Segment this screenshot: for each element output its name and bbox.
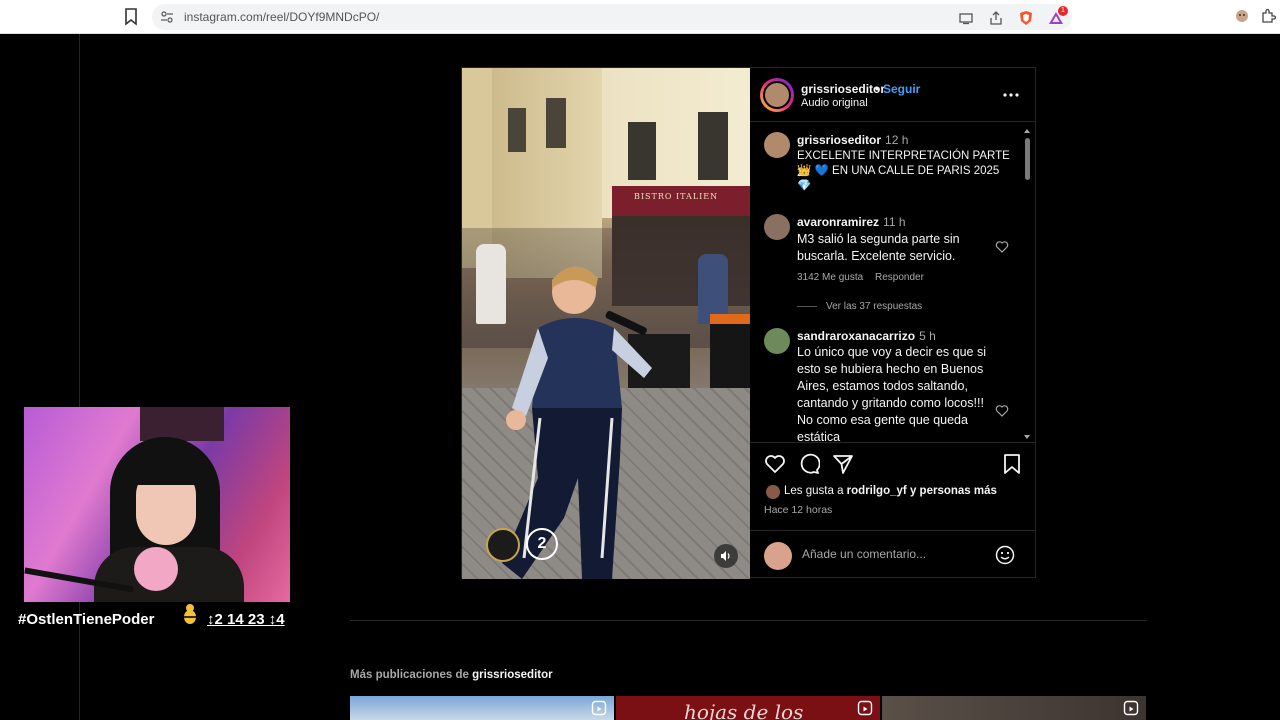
more-posts-prefix: Más publicaciones de	[350, 669, 469, 681]
reel-icon	[591, 700, 607, 716]
comment-avatar[interactable]	[764, 328, 790, 354]
comment-username[interactable]: sandraroxanacarrizo	[797, 329, 915, 343]
browser-toolbar: instagram.com/reel/DOYf9MNDcPO/ 1	[0, 0, 1280, 34]
view-replies-button[interactable]: Ver las 37 respuestas	[826, 301, 922, 312]
address-bar[interactable]: instagram.com/reel/DOYf9MNDcPO/ 1	[152, 4, 1072, 30]
comment-author[interactable]: sandraroxanacarrizo 5 h	[797, 329, 936, 343]
post-header: grissrioseditor • Seguir Audio original	[750, 68, 1036, 122]
microphone-icon	[134, 547, 178, 591]
reel-icon	[857, 700, 873, 716]
stream-code: ↕2 14 23 ↕4	[207, 611, 285, 628]
performer-figure	[502, 266, 652, 579]
current-user-avatar	[764, 542, 792, 570]
window	[508, 108, 526, 152]
follow-button[interactable]: Seguir	[883, 82, 920, 96]
scrollbar-thumb[interactable]	[1025, 138, 1030, 180]
brave-shield-icon[interactable]	[1018, 10, 1034, 26]
author-username[interactable]: grissrioseditor	[801, 82, 885, 96]
comment-time: 11 h	[883, 215, 906, 229]
part-number-badge: 2	[526, 528, 558, 560]
more-posts-heading: Más publicaciones de grissrioseditor	[350, 669, 553, 681]
section-divider	[350, 620, 1147, 621]
comment-username[interactable]: grissrioseditor	[797, 133, 881, 147]
like-comment-icon[interactable]	[995, 240, 1009, 254]
reply-button[interactable]: Responder	[875, 272, 924, 283]
comment-avatar[interactable]	[764, 214, 790, 240]
share-icon[interactable]	[832, 453, 854, 475]
post-thumbnail[interactable]: hojas de los	[616, 696, 880, 720]
likes-others[interactable]: personas más	[920, 485, 997, 497]
replies-divider	[797, 306, 817, 307]
channel-logo-icon	[486, 528, 520, 562]
header-separator: •	[875, 82, 880, 96]
comment-author[interactable]: grissrioseditor 12 h	[797, 133, 908, 147]
reel-video[interactable]: BISTRO ITALIEN 2	[462, 68, 750, 579]
stream-hashtag: #OstlenTienePoder	[18, 611, 155, 628]
volume-button[interactable]	[714, 544, 738, 568]
comment-text: M3 salió la segunda parte sin buscarla. …	[797, 232, 960, 263]
post-thumbnail[interactable]	[882, 696, 1146, 720]
shop-sign: BISTRO ITALIEN	[634, 192, 719, 201]
like-comment-icon[interactable]	[995, 404, 1009, 418]
speaker-icon	[721, 551, 730, 561]
streamer-webcam	[24, 407, 290, 602]
comment-likes[interactable]: 3142 Me gusta	[797, 272, 863, 283]
bee-emote-icon	[184, 604, 196, 624]
post-thumbnail[interactable]	[350, 696, 614, 720]
comment-avatar[interactable]	[764, 132, 790, 158]
thumbnail-caption: hojas de los	[684, 700, 804, 720]
window	[546, 98, 566, 148]
extension-icon[interactable]	[1234, 8, 1250, 24]
streamer-bangs	[128, 451, 204, 485]
site-settings-icon[interactable]	[160, 10, 174, 24]
rewards-badge: 1	[1058, 6, 1068, 16]
window	[698, 112, 728, 180]
comment-time: 5 h	[919, 329, 936, 343]
likes-connector: y	[909, 485, 917, 497]
comment-icon[interactable]	[798, 453, 820, 475]
comment-input[interactable]	[802, 547, 982, 561]
more-options-icon[interactable]	[1002, 86, 1020, 104]
audio-link[interactable]: Audio original	[801, 97, 868, 109]
url-text[interactable]: instagram.com/reel/DOYf9MNDcPO/	[184, 10, 379, 24]
save-icon[interactable]	[1001, 453, 1023, 475]
cast-icon[interactable]	[958, 10, 974, 26]
likes-prefix: Les gusta a	[784, 485, 844, 497]
comment-author[interactable]: avaronramirez 11 h	[797, 215, 906, 229]
post-timestamp: Hace 12 horas	[764, 504, 833, 516]
likes-summary[interactable]: Les gusta a rodrilgo_yf y personas más	[784, 485, 997, 497]
comment-time: 12 h	[885, 133, 909, 147]
liker-username[interactable]: rodrilgo_yf	[847, 485, 907, 497]
wall-poster	[140, 407, 224, 441]
comment-username[interactable]: avaronramirez	[797, 215, 879, 229]
extensions-puzzle-icon[interactable]	[1260, 8, 1276, 24]
liker-avatar[interactable]	[766, 485, 780, 499]
author-avatar[interactable]	[760, 78, 794, 112]
reel-sidebar: grissrioseditor • Seguir Audio original …	[750, 68, 1036, 579]
bookmark-icon[interactable]	[124, 8, 138, 26]
comment-composer	[750, 530, 1036, 580]
like-icon[interactable]	[764, 453, 786, 475]
emoji-icon[interactable]	[995, 545, 1015, 565]
reel-icon	[1123, 700, 1139, 716]
shop-awning	[612, 186, 750, 216]
share-icon[interactable]	[988, 10, 1004, 26]
more-posts-username[interactable]: grissrioseditor	[472, 669, 553, 681]
comment-text: Lo único que voy a decir es que si esto …	[797, 345, 987, 442]
comments-list[interactable]: grissrioseditor 12 h EXCELENTE INTERPRETA…	[750, 122, 1036, 442]
reel-modal: BISTRO ITALIEN 2 grissrioseditor • Segui…	[461, 67, 1036, 579]
post-actions: Les gusta a rodrilgo_yf y personas más H…	[750, 442, 1036, 579]
window	[628, 122, 656, 180]
caption-line: 💎	[797, 180, 812, 192]
